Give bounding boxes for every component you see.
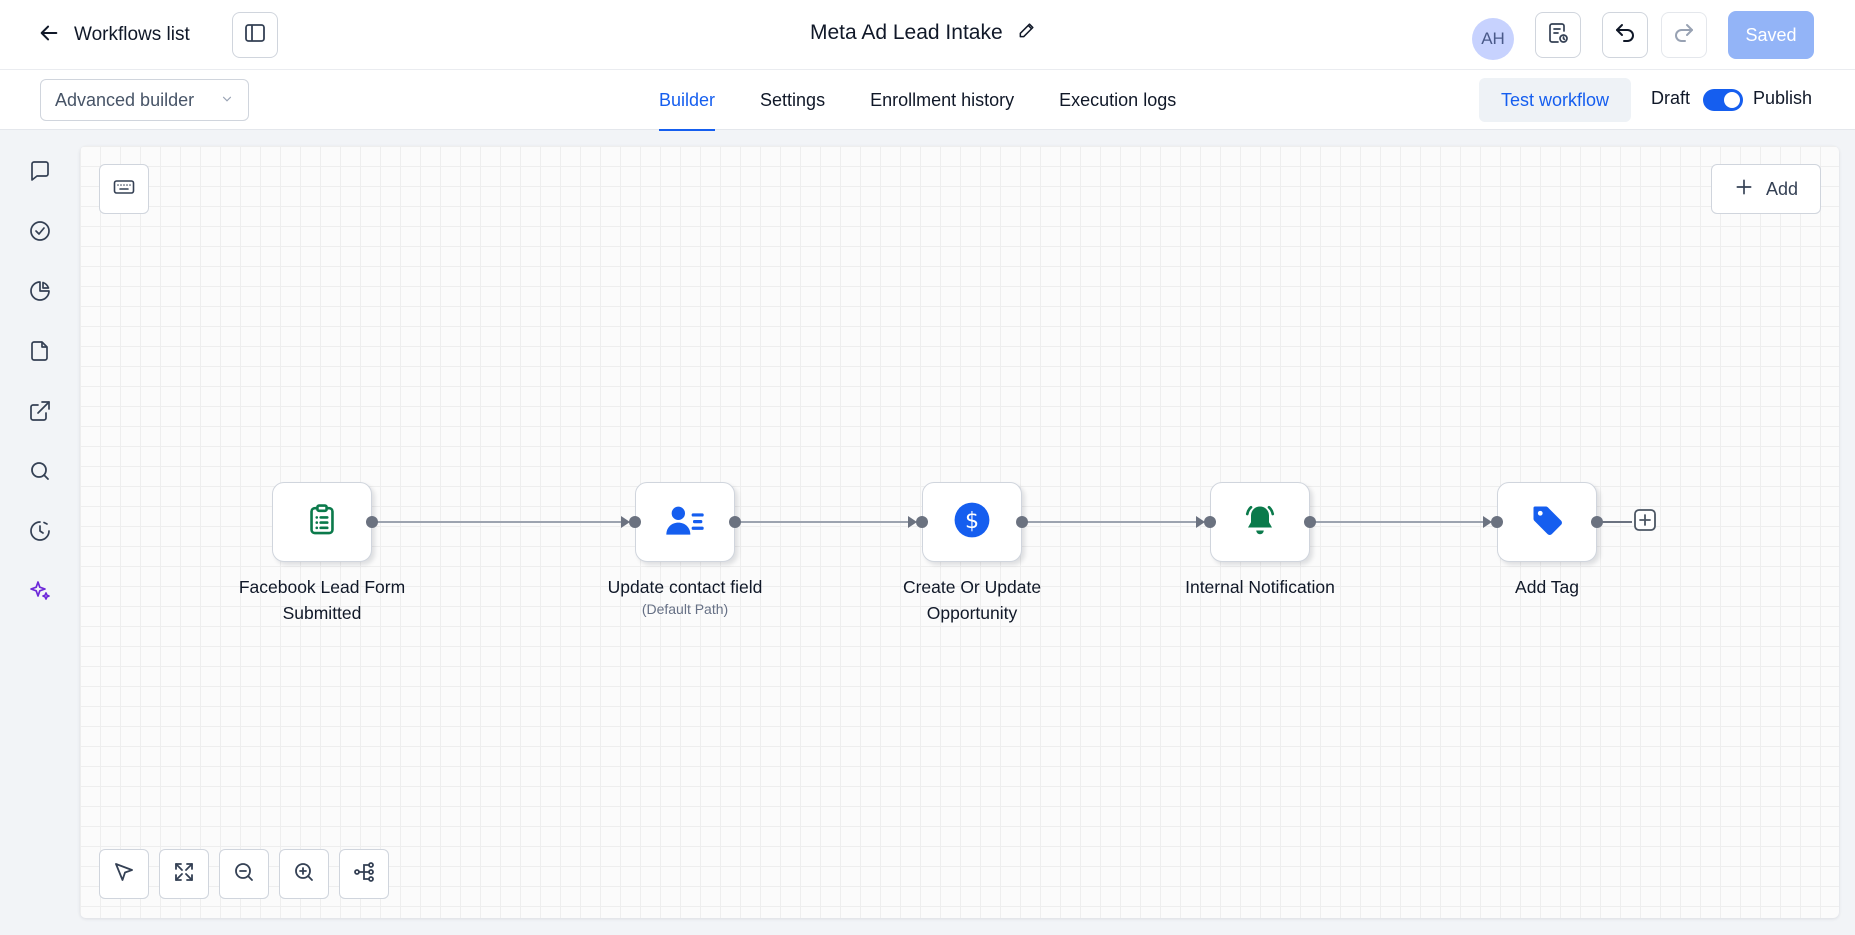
auto-layout-button[interactable] (339, 849, 389, 899)
back-to-workflows-button[interactable]: Workflows list (38, 17, 190, 53)
tag-icon (1529, 502, 1565, 543)
saved-button[interactable]: Saved (1728, 11, 1814, 59)
undo-button[interactable] (1602, 12, 1648, 58)
node-label: Add Tag (1437, 574, 1657, 600)
node-title: Add Tag (1515, 577, 1579, 597)
pie-chart-icon[interactable] (24, 275, 56, 307)
chat-icon[interactable] (24, 155, 56, 187)
avatar[interactable]: AH (1472, 18, 1514, 60)
builder-type-value: Advanced builder (55, 89, 195, 110)
file-icon[interactable] (24, 335, 56, 367)
search-icon[interactable] (24, 455, 56, 487)
builder-toolbar: Advanced builder Builder Settings Enroll… (0, 70, 1855, 131)
input-handle[interactable] (916, 516, 928, 528)
chevron-down-icon (220, 90, 234, 111)
contact-edit-icon (665, 502, 705, 543)
output-handle[interactable] (1304, 516, 1316, 528)
node-label: Internal Notification (1150, 574, 1370, 600)
node-path-label: (Default Path) (641, 601, 729, 617)
zoom-in-icon (292, 860, 316, 889)
workflow-canvas[interactable]: Add Facebook Lead Form Submitted Update … (80, 146, 1839, 918)
node-label: Facebook Lead Form Submitted (212, 574, 432, 626)
sparkles-icon[interactable] (24, 575, 56, 607)
tab-execution-logs[interactable]: Execution logs (1059, 70, 1176, 130)
publish-label: Publish (1753, 88, 1813, 108)
output-handle[interactable] (1591, 516, 1603, 528)
tab-settings[interactable]: Settings (760, 70, 825, 130)
top-bar: Workflows list Meta Ad Lead Intake AH Sa… (0, 0, 1855, 70)
svg-text:$: $ (965, 507, 979, 533)
output-handle[interactable] (1016, 516, 1028, 528)
node-label: Create Or Update Opportunity (862, 574, 1082, 626)
add-step-button[interactable] (1633, 508, 1657, 537)
action-node-create-update-opportunity[interactable]: $ (922, 482, 1022, 562)
zoom-in-button[interactable] (279, 849, 329, 899)
builder-type-select[interactable]: Advanced builder (40, 79, 249, 121)
draft-label: Draft (1651, 88, 1691, 108)
tab-bar: Builder Settings Enrollment history Exec… (659, 70, 1176, 131)
left-sidebar (0, 131, 80, 935)
node-title: Create Or Update Opportunity (902, 577, 1042, 623)
test-workflow-button[interactable]: Test workflow (1479, 78, 1631, 122)
arrow-left-icon (38, 22, 60, 49)
redo-button[interactable] (1661, 12, 1707, 58)
flow-tree-icon (352, 860, 376, 889)
output-handle[interactable] (729, 516, 741, 528)
external-link-icon[interactable] (24, 395, 56, 427)
workflow-title: Meta Ad Lead Intake (810, 20, 1037, 46)
trigger-node-facebook-lead-form[interactable] (272, 482, 372, 562)
node-label: Update contact field (Default Path) (575, 574, 795, 618)
fullscreen-icon (172, 860, 196, 889)
action-node-update-contact-field[interactable] (635, 482, 735, 562)
edit-title-icon[interactable] (1017, 20, 1037, 46)
zoom-out-icon (232, 860, 256, 889)
input-handle[interactable] (629, 516, 641, 528)
input-handle[interactable] (1204, 516, 1216, 528)
clipboard-icon (306, 503, 338, 542)
node-title: Facebook Lead Form Submitted (238, 577, 406, 623)
sidebar-panel-icon (243, 21, 267, 50)
output-handle[interactable] (366, 516, 378, 528)
node-title: Update contact field (607, 577, 763, 597)
bell-ring-icon (1242, 502, 1278, 543)
workflow-title-text: Meta Ad Lead Intake (810, 21, 1003, 44)
version-history-button[interactable] (1535, 12, 1581, 58)
tab-enrollment-history[interactable]: Enrollment history (870, 70, 1014, 130)
zoom-out-button[interactable] (219, 849, 269, 899)
fit-view-button[interactable] (159, 849, 209, 899)
check-circle-icon[interactable] (24, 215, 56, 247)
document-clock-icon (1546, 21, 1570, 50)
history-icon[interactable] (24, 515, 56, 547)
publish-toggle[interactable] (1703, 89, 1743, 111)
cursor-arrow-icon (112, 860, 136, 889)
select-tool-button[interactable] (99, 849, 149, 899)
back-label: Workflows list (74, 24, 190, 45)
action-node-add-tag[interactable] (1497, 482, 1597, 562)
node-title: Internal Notification (1185, 577, 1335, 597)
undo-icon (1613, 21, 1637, 50)
dollar-icon: $ (953, 501, 991, 544)
tab-builder[interactable]: Builder (659, 70, 716, 131)
toggle-panel-button[interactable] (232, 12, 278, 58)
plus-square-icon (1633, 508, 1657, 537)
redo-icon (1672, 21, 1696, 50)
input-handle[interactable] (1491, 516, 1503, 528)
action-node-internal-notification[interactable] (1210, 482, 1310, 562)
